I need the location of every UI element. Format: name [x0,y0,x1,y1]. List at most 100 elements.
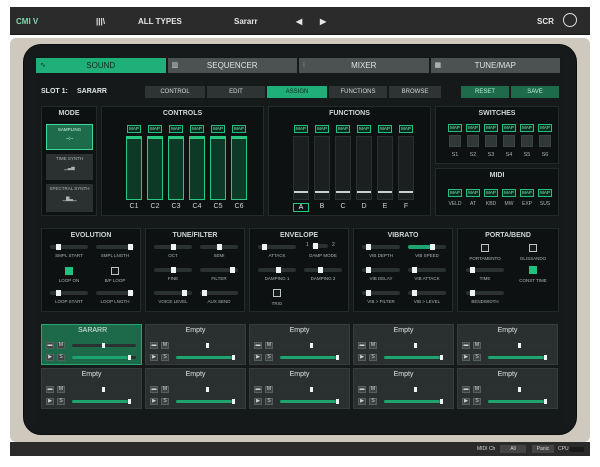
trig-toggle[interactable] [273,289,281,297]
play-icon[interactable]: ▶ [150,354,158,361]
filter-slider[interactable] [200,267,238,273]
slot-8[interactable]: Empty ▬ M ▶ S [249,368,350,409]
prev-preset-button[interactable]: ◀ [296,17,302,26]
function-label[interactable]: D [356,203,372,210]
function-slider-c[interactable] [335,136,351,200]
slot-9[interactable]: Empty ▬ M ▶ S [353,368,454,409]
map-button[interactable]: MAP [466,124,480,132]
vib-level-slider[interactable] [408,290,446,296]
control-slider-c3[interactable] [168,136,184,200]
avatar-icon[interactable] [563,13,577,27]
map-button[interactable]: MAP [484,189,498,197]
semi-slider[interactable] [200,244,238,250]
control-slider-c6[interactable] [231,136,247,200]
function-slider-f[interactable] [398,136,414,200]
function-slider-d[interactable] [356,136,372,200]
map-button[interactable]: MAP [502,189,516,197]
control-slider-c4[interactable] [189,136,205,200]
map-button[interactable]: MAP [336,125,350,133]
time-slider[interactable] [466,267,504,273]
panic-button[interactable]: Panic [532,445,554,453]
slot-1[interactable]: SARARR ▬ M ▶ S [41,324,142,365]
switch-s6[interactable] [539,135,551,147]
aux-send-slider[interactable] [200,290,238,296]
slot-pan-slider[interactable] [72,343,136,348]
map-button[interactable]: MAP [315,125,329,133]
function-label[interactable]: B [314,203,330,210]
save-button[interactable]: SAVE [511,86,559,98]
map-button[interactable]: MAP [148,125,162,133]
slot-pan-slider[interactable] [280,387,344,392]
map-button[interactable]: MAP [520,124,534,132]
function-slider-b[interactable] [314,136,330,200]
slot-volume-slider[interactable] [488,399,552,404]
slot-4[interactable]: Empty ▬ M ▶ S [353,324,454,365]
solo-button[interactable]: S [265,398,273,405]
map-button[interactable]: MAP [538,124,552,132]
vib-filter-slider[interactable] [362,290,400,296]
subtab-edit[interactable]: EDIT [207,86,265,98]
play-icon[interactable]: ▶ [46,398,54,405]
app-logo[interactable]: CMI V [16,17,38,26]
tab-sequencer[interactable]: ▥ SEQUENCER [167,58,297,73]
next-preset-button[interactable]: ▶ [320,17,326,26]
solo-button[interactable]: S [473,354,481,361]
slot-pan-slider[interactable] [488,343,552,348]
map-button[interactable]: MAP [538,189,552,197]
slot-7[interactable]: Empty ▬ M ▶ S [145,368,246,409]
switch-s5[interactable] [521,135,533,147]
vib-delay-slider[interactable] [362,267,400,273]
switch-s3[interactable] [485,135,497,147]
folder-icon[interactable]: ▬ [462,386,470,393]
smpl-length-slider[interactable] [96,244,134,250]
const-time-toggle[interactable] [529,266,537,274]
slot-pan-slider[interactable] [176,387,240,392]
control-slider-c1[interactable] [126,136,142,200]
map-button[interactable]: MAP [211,125,225,133]
map-button[interactable]: MAP [232,125,246,133]
mute-button[interactable]: M [161,342,169,349]
mute-button[interactable]: M [369,386,377,393]
vib-speed-slider[interactable] [408,244,446,250]
slot-volume-slider[interactable] [280,355,344,360]
slot-pan-slider[interactable] [176,343,240,348]
attack-slider[interactable] [258,244,296,250]
function-slider-e[interactable] [377,136,393,200]
folder-icon[interactable]: ▬ [254,342,262,349]
function-label[interactable]: E [377,203,393,210]
preset-filter[interactable]: ALL TYPES [138,17,182,26]
loop-start-slider[interactable] [50,290,88,296]
scr-button[interactable]: SCR [537,17,554,26]
function-slider-a[interactable] [293,136,309,200]
map-button[interactable]: MAP [190,125,204,133]
subtab-functions[interactable]: FUNCTIONS [329,86,387,98]
glissando-toggle[interactable] [529,244,537,252]
mode-sampling[interactable]: SAMPLING ~◊~ [46,124,93,150]
control-slider-c2[interactable] [147,136,163,200]
control-slider-c5[interactable] [210,136,226,200]
subtab-control[interactable]: CONTROL [145,86,205,98]
solo-button[interactable]: S [57,354,65,361]
folder-icon[interactable]: ▬ [46,386,54,393]
loop-on-toggle[interactable] [65,267,73,275]
library-icon[interactable]: |||\ [96,17,105,26]
subtab-assign[interactable]: ASSIGN [267,86,327,98]
solo-button[interactable]: S [369,398,377,405]
function-label-selected[interactable]: A [293,203,309,212]
fine-slider[interactable] [154,267,192,273]
play-icon[interactable]: ▶ [462,354,470,361]
preset-name[interactable]: Sararr [234,17,258,26]
solo-button[interactable]: S [161,398,169,405]
map-button[interactable]: MAP [466,189,480,197]
tab-tune-map[interactable]: ▦ TUNE/MAP [430,58,560,73]
play-icon[interactable]: ▶ [254,398,262,405]
slot-2[interactable]: Empty ▬ M ▶ S [145,324,246,365]
mute-button[interactable]: M [57,386,65,393]
tab-sound[interactable]: ∿ SOUND [36,58,166,73]
switch-s1[interactable] [449,135,461,147]
slot-volume-slider[interactable] [384,399,448,404]
slot-volume-slider[interactable] [176,399,240,404]
folder-icon[interactable]: ▬ [150,386,158,393]
bendwidth-slider[interactable] [466,290,504,296]
slot-volume-slider[interactable] [488,355,552,360]
